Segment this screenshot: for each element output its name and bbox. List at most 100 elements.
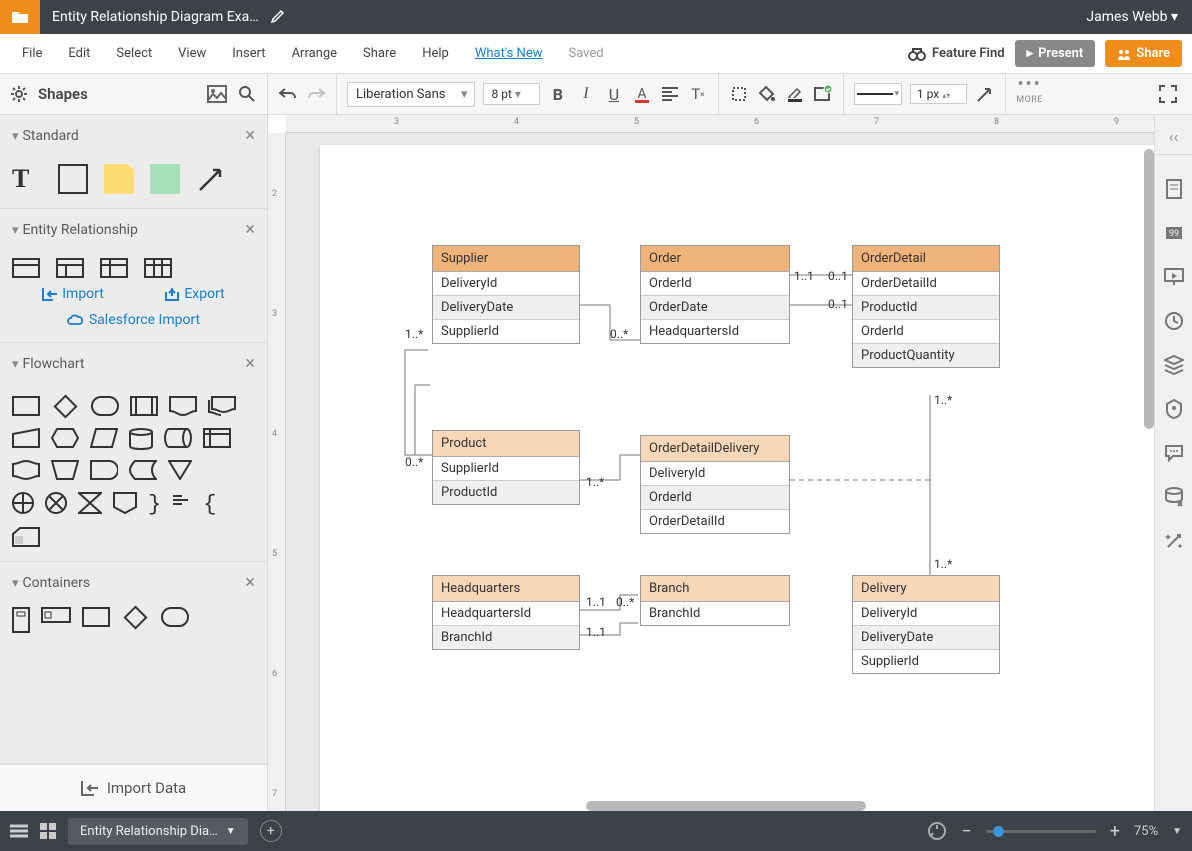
font-select[interactable]: Liberation Sans▾	[347, 82, 475, 107]
pencil-icon[interactable]	[271, 9, 287, 25]
folder-icon[interactable]	[0, 0, 40, 34]
chat-icon[interactable]	[1164, 443, 1184, 463]
entity-headquarters[interactable]: Headquarters HeadquartersId BranchId	[432, 575, 580, 650]
text-remove-icon[interactable]: T×	[688, 84, 708, 104]
text-shape-icon[interactable]: T	[12, 164, 42, 194]
export-link[interactable]: Export	[164, 286, 224, 302]
present-button[interactable]: ▸ Present	[1015, 40, 1096, 67]
more-icon[interactable]: •••	[1017, 74, 1041, 95]
comments-icon[interactable]: 99	[1164, 223, 1184, 243]
zoom-slider[interactable]	[986, 830, 1096, 833]
list-view-icon[interactable]	[10, 824, 28, 838]
note-shape-icon[interactable]	[104, 164, 134, 194]
menu-select[interactable]: Select	[104, 40, 164, 67]
menu-file[interactable]: File	[10, 40, 54, 67]
menu-whatsnew[interactable]: What's New	[463, 40, 555, 67]
import-link[interactable]: Import	[42, 286, 104, 302]
fc-brace-right[interactable]: }	[148, 492, 161, 517]
zoom-in-icon[interactable]: +	[1110, 821, 1120, 842]
fc-internal[interactable]	[203, 428, 231, 450]
fc-process[interactable]	[12, 396, 40, 416]
image-icon[interactable]	[207, 84, 227, 104]
entity-branch[interactable]: Branch BranchId	[640, 575, 790, 626]
fc-data[interactable]	[90, 428, 118, 450]
scrollbar-horizontal[interactable]	[586, 801, 866, 811]
cont-1[interactable]	[12, 607, 30, 633]
block-shape-icon[interactable]	[150, 164, 180, 194]
fc-note[interactable]	[172, 492, 192, 517]
entity-product[interactable]: Product SupplierId ProductId	[432, 430, 580, 505]
crop-icon[interactable]	[729, 84, 749, 104]
history-icon[interactable]	[1164, 311, 1184, 331]
section-containers-header[interactable]: ▾Containers ×	[0, 562, 267, 603]
present-panel-icon[interactable]	[1164, 267, 1184, 287]
cont-pill[interactable]	[161, 607, 189, 627]
entity-orderdetail[interactable]: OrderDetail OrderDetailId ProductId Orde…	[852, 245, 1000, 368]
fc-direct[interactable]	[164, 428, 192, 450]
collapse-icon[interactable]: ‹‹	[1155, 127, 1192, 155]
close-icon[interactable]: ×	[245, 125, 255, 146]
salesforce-link[interactable]: Salesforce Import	[12, 312, 255, 328]
zoom-level[interactable]: 75%	[1134, 824, 1158, 839]
sync-icon[interactable]	[927, 821, 947, 841]
import-data-button[interactable]: Import Data	[0, 764, 267, 811]
fc-decision[interactable]	[53, 394, 77, 418]
notes-icon[interactable]	[1164, 179, 1184, 199]
er-shape-4[interactable]	[144, 258, 172, 278]
fc-connector[interactable]	[203, 460, 225, 482]
close-icon[interactable]: ×	[245, 353, 255, 374]
feature-find[interactable]: Feature Find	[908, 46, 1005, 61]
document-title[interactable]: Entity Relationship Diagram Exa…	[40, 9, 271, 25]
fontsize-select[interactable]: 8 pt ▾	[483, 83, 540, 105]
share-button[interactable]: Share	[1105, 40, 1182, 67]
entity-order[interactable]: Order OrderId OrderDate HeadquartersId	[640, 245, 790, 344]
align-icon[interactable]	[660, 84, 680, 104]
entity-supplier[interactable]: Supplier DeliveryId DeliveryDate Supplie…	[432, 245, 580, 344]
entity-delivery[interactable]: Delivery DeliveryId DeliveryDate Supplie…	[852, 575, 1000, 674]
er-shape-3[interactable]	[100, 258, 128, 278]
menu-insert[interactable]: Insert	[220, 40, 277, 67]
gear-icon[interactable]	[10, 85, 28, 103]
fc-terminal[interactable]	[91, 396, 119, 416]
cont-circ[interactable]	[200, 607, 226, 627]
underline-icon[interactable]: U	[604, 84, 624, 104]
fc-preparation[interactable]	[51, 428, 79, 450]
add-page-button[interactable]: +	[260, 820, 282, 842]
zoom-out-icon[interactable]: −	[961, 821, 971, 842]
search-icon[interactable]	[237, 84, 257, 104]
fc-predefined[interactable]	[130, 396, 158, 418]
magic-icon[interactable]	[1164, 531, 1184, 551]
fc-summing[interactable]	[12, 492, 34, 517]
font-color-icon[interactable]: A	[632, 84, 652, 104]
menu-view[interactable]: View	[166, 40, 218, 67]
fc-stored[interactable]	[129, 460, 157, 482]
fc-manual-input[interactable]	[12, 428, 40, 450]
close-icon[interactable]: ×	[245, 219, 255, 240]
theme-icon[interactable]	[1164, 399, 1184, 419]
fc-or[interactable]	[45, 492, 67, 517]
menu-edit[interactable]: Edit	[56, 40, 102, 67]
shape-options-icon[interactable]	[813, 84, 833, 104]
rect-shape-icon[interactable]	[58, 164, 88, 194]
page-tab[interactable]: Entity Relationship Dia…▼	[68, 818, 248, 845]
fc-delay[interactable]	[90, 460, 118, 482]
undo-icon[interactable]	[278, 84, 298, 104]
section-standard-header[interactable]: ▾Standard ×	[0, 115, 267, 156]
cont-rect[interactable]	[82, 607, 110, 627]
close-icon[interactable]: ×	[245, 572, 255, 593]
fc-collate[interactable]	[78, 492, 102, 517]
cont-2[interactable]	[41, 607, 71, 633]
fc-database[interactable]	[129, 428, 153, 450]
line-width-select[interactable]: 1 px ▴▾	[910, 84, 967, 104]
entity-orderdetaildelivery[interactable]: OrderDetailDelivery DeliveryId OrderId O…	[640, 435, 790, 534]
line-style-select[interactable]: ▾	[854, 83, 902, 105]
fc-paper-tape[interactable]	[12, 460, 40, 482]
er-shape-1[interactable]	[12, 258, 40, 278]
canvas-area[interactable]: 3 4 5 6 7 8 9 2 3 4 5 6 7	[268, 115, 1154, 811]
fc-manual-op[interactable]	[51, 460, 79, 482]
menu-share[interactable]: Share	[351, 40, 408, 67]
fc-brace-left[interactable]: {	[203, 492, 216, 517]
redo-icon[interactable]	[306, 84, 326, 104]
fc-merge[interactable]	[168, 460, 192, 482]
grid-view-icon[interactable]	[40, 823, 56, 839]
